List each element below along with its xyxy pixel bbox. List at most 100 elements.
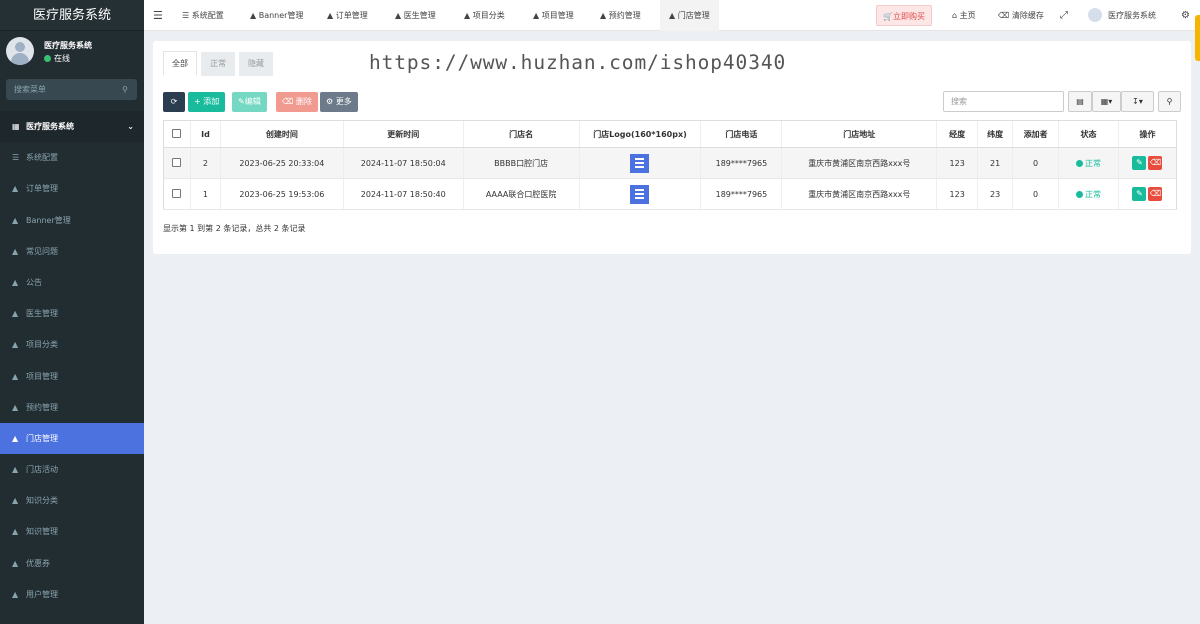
sidebar-item-store-events[interactable]: ▲ 门店活动	[0, 454, 144, 485]
cart-icon: 🛒	[883, 12, 893, 21]
sidebar-item-users[interactable]: ▲ 用户管理	[0, 579, 144, 610]
avatar	[1088, 8, 1102, 22]
store-logo-image[interactable]	[630, 153, 650, 173]
sidebar-item-projects[interactable]: ▲ 项目管理	[0, 361, 144, 392]
row-edit-button[interactable]: ✎	[1132, 156, 1147, 170]
toggle-view-icon[interactable]: ▤	[1068, 91, 1092, 112]
col-status[interactable]: 状态	[1058, 120, 1119, 148]
fullscreen-icon[interactable]: ⤢	[1060, 0, 1068, 31]
tab-doctors[interactable]: ▲ 医生管理	[395, 0, 436, 31]
sidebar-item-banner[interactable]: ▲ Banner管理	[0, 205, 144, 236]
add-button[interactable]: + 添加	[188, 92, 226, 112]
checkbox[interactable]	[172, 188, 182, 198]
avatar	[6, 37, 34, 65]
cell-phone: 189****7965	[700, 147, 782, 179]
table-search-input[interactable]: 搜索	[943, 91, 1064, 112]
refresh-button[interactable]: ⟳	[163, 92, 185, 112]
export-icon[interactable]: ↧▾	[1121, 91, 1154, 112]
col-updated[interactable]: 更新时间	[342, 120, 464, 148]
hamburger-icon[interactable]: ☰	[153, 0, 163, 31]
side-drawer-handle[interactable]	[1195, 15, 1200, 61]
sidebar-item-knowledge[interactable]: ▲ 知识管理	[0, 516, 144, 547]
sliders-icon: ☰	[12, 153, 20, 163]
col-address[interactable]: 门店地址	[781, 120, 937, 148]
status-dot-icon	[1075, 190, 1083, 198]
sitemap-icon: ▲	[327, 11, 336, 20]
col-store-name[interactable]: 门店名	[462, 120, 580, 148]
user-menu[interactable]: 医疗服务系统	[1088, 0, 1156, 31]
filter-tab-hidden[interactable]: 隐藏	[239, 52, 273, 76]
table-icon: ▦	[12, 122, 20, 131]
tab-projects[interactable]: ▲ 项目管理	[533, 0, 574, 31]
sidebar-item-notice[interactable]: ▲ 公告	[0, 267, 144, 298]
sidebar-item-doctors[interactable]: ▲ 医生管理	[0, 298, 144, 329]
tab-banner[interactable]: ▲ Banner管理	[250, 0, 303, 31]
tab-system-config[interactable]: ☰ 系统配置	[182, 0, 224, 31]
user-name: 医疗服务系统	[44, 41, 92, 50]
more-button[interactable]: ⚙ 更多	[320, 92, 358, 112]
checkbox[interactable]	[172, 157, 182, 167]
search-icon[interactable]: ⚲	[1158, 91, 1181, 112]
sidebar-item-faq[interactable]: ▲ 常见问题	[0, 236, 144, 267]
sidebar-item-coupons[interactable]: ▲ 优惠券	[0, 548, 144, 579]
col-id[interactable]: Id	[189, 120, 221, 148]
col-store-logo[interactable]: 门店Logo(160*160px)	[578, 120, 701, 148]
table-row[interactable]: 2 2023-06-25 20:33:04 2024-11-07 18:50:0…	[163, 147, 1178, 179]
col-longitude[interactable]: 经度	[936, 120, 978, 148]
select-all-checkbox[interactable]	[163, 120, 191, 148]
gears-icon[interactable]: ⚙	[1181, 0, 1190, 31]
menu-search-input[interactable]: 搜索菜单 ⚲	[6, 79, 137, 100]
cell-created: 2023-06-25 20:33:04	[219, 147, 344, 179]
cell-longitude: 123	[936, 178, 978, 210]
sitemap-icon: ▲	[395, 11, 404, 20]
col-adder[interactable]: 添加者	[1012, 120, 1059, 148]
col-phone[interactable]: 门店电话	[700, 120, 782, 148]
status-dot-icon	[1075, 159, 1083, 167]
sidebar-item-label: 项目管理	[26, 371, 58, 381]
edit-button[interactable]: ✎编辑	[232, 92, 267, 112]
checkbox[interactable]	[172, 128, 182, 138]
columns-icon[interactable]: ▦▾	[1092, 91, 1121, 112]
buy-label: 立即购买	[892, 12, 925, 21]
delete-button[interactable]: ⌫ 删除	[276, 92, 318, 112]
tab-stores[interactable]: ▲ 门店管理	[660, 0, 719, 31]
col-created[interactable]: 创建时间	[219, 120, 344, 148]
buy-now-button[interactable]: 🛒立即购买	[876, 5, 932, 26]
trash-icon: ⌫	[998, 11, 1012, 20]
sitemap-icon: ▲	[12, 589, 19, 599]
store-logo-image[interactable]	[630, 184, 650, 204]
filter-tab-normal[interactable]: 正常	[201, 52, 235, 76]
sitemap-icon: ▲	[12, 340, 19, 350]
sidebar-item-system-config[interactable]: ☰ 系统配置	[0, 142, 144, 173]
status-text: 在线	[54, 54, 70, 63]
cell-phone: 189****7965	[700, 178, 782, 210]
sidebar-item-stores[interactable]: ▲ 门店管理	[0, 422, 144, 455]
row-edit-button[interactable]: ✎	[1132, 187, 1147, 201]
tab-label: 项目分类	[472, 11, 505, 20]
col-latitude[interactable]: 纬度	[977, 120, 1013, 148]
row-checkbox-cell[interactable]	[163, 178, 191, 210]
row-delete-button[interactable]: ⌫	[1148, 156, 1163, 170]
sidebar: 医疗服务系统 医疗服务系统 在线 搜索菜单 ⚲ ▦ 医疗服务系统 ⌄ ☰ 系统配置 ▲ 订…	[0, 0, 144, 624]
tab-project-category[interactable]: ▲ 项目分类	[464, 0, 505, 31]
row-checkbox-cell[interactable]	[163, 147, 191, 179]
online-dot-icon	[44, 55, 51, 62]
sidebar-item-knowledge-category[interactable]: ▲ 知识分类	[0, 485, 144, 516]
cell-longitude: 123	[936, 147, 978, 179]
table-row[interactable]: 1 2023-06-25 19:53:06 2024-11-07 18:50:4…	[163, 178, 1178, 210]
sidebar-group[interactable]: ▦ 医疗服务系统 ⌄	[0, 111, 144, 143]
tab-appointments[interactable]: ▲ 预约管理	[600, 0, 641, 31]
home-link[interactable]: ⌂ 主页	[952, 0, 976, 31]
filter-tab-all[interactable]: 全部	[163, 51, 197, 75]
sidebar-item-label: 项目分类	[26, 340, 58, 350]
row-delete-button[interactable]: ⌫	[1148, 187, 1163, 201]
search-icon[interactable]: ⚲	[122, 79, 128, 100]
clear-cache-button[interactable]: ⌫ 清除缓存	[998, 0, 1044, 31]
sidebar-item-project-category[interactable]: ▲ 项目分类	[0, 329, 144, 360]
sidebar-item-label: Banner管理	[26, 215, 71, 225]
app-title[interactable]: 医疗服务系统	[0, 0, 144, 31]
tab-orders[interactable]: ▲ 订单管理	[327, 0, 368, 31]
sidebar-item-orders[interactable]: ▲ 订单管理	[0, 173, 144, 204]
tab-label: 预约管理	[608, 11, 641, 20]
sidebar-item-appointments[interactable]: ▲ 预约管理	[0, 392, 144, 423]
